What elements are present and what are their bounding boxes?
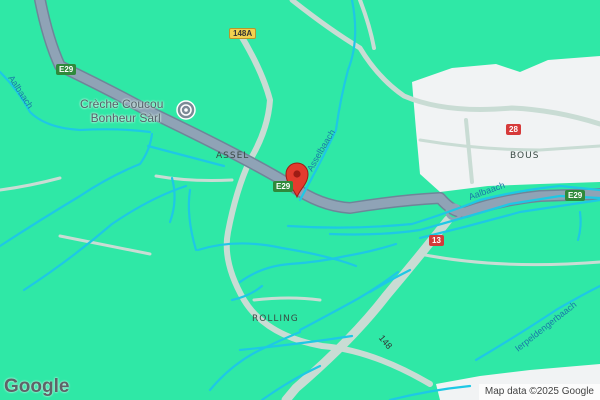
route-shield-148a: 148A — [229, 28, 257, 39]
map-attribution[interactable]: Map data ©2025 Google — [478, 384, 600, 400]
place-label-rolling: ROLLING — [252, 314, 299, 324]
place-label-assel: ASSEL — [216, 151, 250, 161]
place-label-bous: BOUS — [510, 151, 540, 161]
map-data-label[interactable]: Map data ©2025 Google — [485, 386, 594, 397]
poi-label-line2: Bonheur Sàrl — [90, 111, 161, 125]
route-shield-28: 28 — [506, 124, 521, 135]
route-shield-e29-a: E29 — [56, 64, 77, 75]
poi-label-line1: Crèche Coucou — [80, 97, 164, 111]
route-shield-e29-b: E29 — [273, 181, 294, 192]
poi-label[interactable]: Crèche Coucou Bonheur Sàrl — [80, 97, 163, 125]
google-logo: Google — [4, 376, 70, 397]
map-canvas[interactable]: Aalbaach Asselbaach Aalbaach Ierpeldenge… — [0, 0, 600, 400]
route-shield-13: 13 — [429, 235, 444, 246]
pin-circle-icon[interactable] — [176, 100, 196, 120]
route-shield-e29-c: E29 — [565, 190, 586, 201]
